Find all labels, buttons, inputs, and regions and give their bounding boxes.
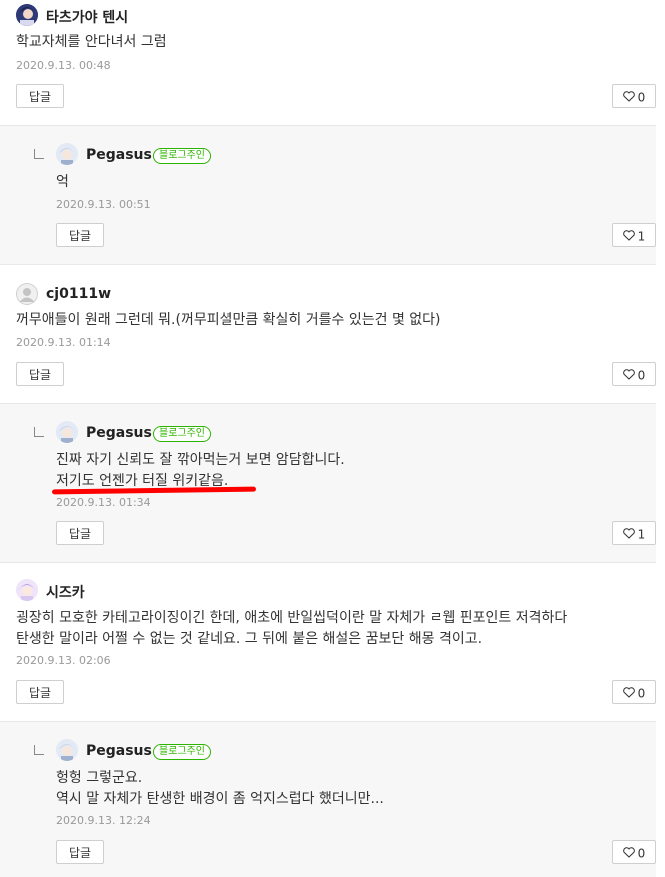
reply-comment: Pegasus 블로그주인 진짜 자기 신뢰도 잘 깎아먹는거 보면 암담합니다…	[0, 403, 656, 563]
heart-icon	[622, 682, 635, 706]
heart-icon	[622, 225, 635, 249]
reply-button[interactable]: 답글	[16, 680, 64, 704]
like-count: 1	[637, 229, 646, 244]
reply-button[interactable]: 답글	[56, 840, 104, 864]
owner-badge: 블로그주인	[153, 426, 211, 442]
reply-comment: Pegasus 블로그주인 헝헝 그렇군요. 역시 말 자체가 탄생한 배경이 …	[0, 721, 656, 877]
reply-button[interactable]: 답글	[56, 223, 104, 247]
comment-date: 2020.9.13. 02:06	[16, 654, 111, 667]
comment: 시즈카 굉장히 모호한 카테고라이징이긴 한데, 애초에 반일씹덕이란 말 자체…	[0, 564, 656, 721]
comment-text: 굉장히 모호한 카테고라이징이긴 한데, 애초에 반일씹덕이란 말 자체가 ㄹ웹…	[16, 610, 568, 626]
avatar[interactable]	[16, 579, 38, 601]
reply-comment: Pegasus 블로그주인 억 2020.9.13. 00:51 답글 1	[0, 125, 656, 265]
like-button[interactable]: 0	[612, 680, 656, 704]
comment-author[interactable]: Pegasus	[86, 743, 152, 759]
like-count: 0	[637, 846, 646, 861]
comment-text: 꺼무애들이 원래 그런데 뭐.(꺼무피셜만큼 확실히 거를수 있는건 몇 없다)	[16, 312, 441, 328]
like-button[interactable]: 0	[612, 840, 656, 864]
owner-badge: 블로그주인	[153, 148, 211, 164]
comment-text: 탄생한 말이라 어쩔 수 없는 것 같네요. 그 뒤에 붙은 해설은 꿈보단 해…	[16, 631, 483, 647]
like-button[interactable]: 0	[612, 84, 656, 108]
comment-text: 진짜 자기 신뢰도 잘 깎아먹는거 보면 암담합니다.	[56, 452, 345, 468]
reply-button[interactable]: 답글	[16, 84, 64, 108]
comment-date: 2020.9.13. 01:34	[56, 496, 151, 509]
comment-author[interactable]: 시즈카	[46, 582, 85, 602]
reply-indicator-icon	[34, 427, 44, 437]
comment: cj0111w 꺼무애들이 원래 그런데 뭐.(꺼무피셜만큼 확실히 거를수 있…	[0, 266, 656, 403]
reply-button[interactable]: 답글	[16, 362, 64, 386]
like-button[interactable]: 1	[612, 223, 656, 247]
avatar[interactable]	[16, 4, 38, 26]
avatar[interactable]	[16, 283, 38, 305]
comment-date: 2020.9.13. 00:51	[56, 198, 151, 211]
avatar[interactable]	[56, 421, 78, 443]
comment-text: 역시 말 자체가 탄생한 배경이 좀 억지스럽다 했더니만...	[56, 791, 384, 807]
comment-author[interactable]: cj0111w	[46, 286, 111, 302]
reply-indicator-icon	[34, 149, 44, 159]
comment-text: 헝헝 그렇군요.	[56, 770, 143, 786]
heart-icon	[622, 364, 635, 388]
like-count: 0	[637, 90, 646, 105]
comment-date: 2020.9.13. 12:24	[56, 814, 151, 827]
like-count: 1	[637, 527, 646, 542]
comment-text: 억	[56, 174, 69, 190]
like-button[interactable]: 0	[612, 362, 656, 386]
comment-author[interactable]: Pegasus	[86, 147, 152, 163]
heart-icon	[622, 86, 635, 110]
reply-button[interactable]: 답글	[56, 521, 104, 545]
comment-text: 학교자체를 안다녀서 그럼	[16, 34, 167, 50]
reply-indicator-icon	[34, 745, 44, 755]
comment-date: 2020.9.13. 00:48	[16, 59, 111, 72]
comment: 타츠가야 텐시 학교자체를 안다녀서 그럼 2020.9.13. 00:48 답…	[0, 0, 656, 124]
like-button[interactable]: 1	[612, 521, 656, 545]
comment-author[interactable]: 타츠가야 텐시	[46, 7, 128, 27]
avatar[interactable]	[56, 143, 78, 165]
heart-icon	[622, 842, 635, 866]
avatar[interactable]	[56, 739, 78, 761]
like-count: 0	[637, 686, 646, 701]
comment-author[interactable]: Pegasus	[86, 425, 152, 441]
like-count: 0	[637, 368, 646, 383]
owner-badge: 블로그주인	[153, 744, 211, 760]
comment-date: 2020.9.13. 01:14	[16, 336, 111, 349]
heart-icon	[622, 523, 635, 547]
